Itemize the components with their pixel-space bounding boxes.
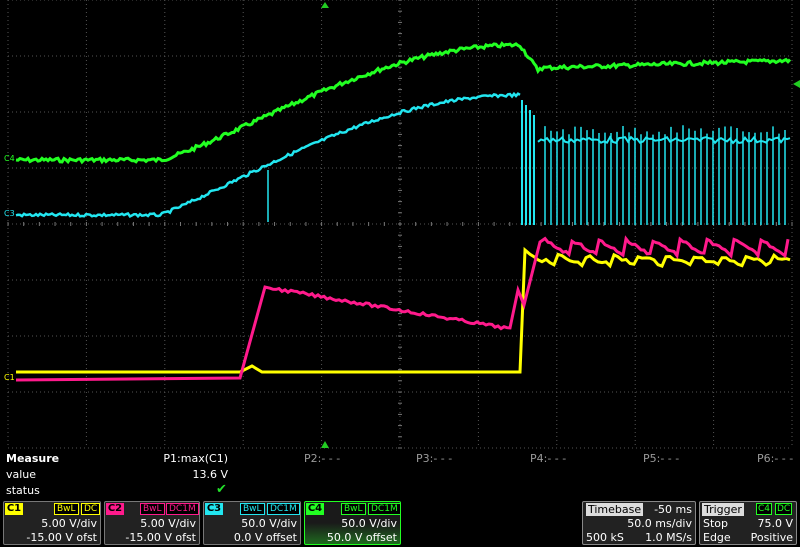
c4-coupling: DC1M [368,503,401,515]
trigger-descriptor[interactable]: Trigger C4 DC Stop 75.0 V Edge Positive [699,501,797,545]
c1-tag: C1 [5,503,23,515]
c1-offset: -15.00 V ofst [26,531,97,544]
c1-vdiv: 5.00 V/div [41,517,97,530]
c3-bandwidth: BwL [240,503,265,515]
p1-name[interactable]: P1:max(C1) [163,452,228,465]
c3-baseline [537,135,791,145]
c1-ground-marker[interactable]: C1 [4,374,15,382]
c2-coupling: DC1M [166,503,199,515]
trigger-coupling: DC [775,503,793,515]
timebase-delay: -50 ms [654,503,692,516]
c4-bandwidth: BwL [341,503,366,515]
measure-status-label: status [6,484,40,497]
measure-value-label: value [6,468,37,481]
c3-offset: 0.0 V offset [233,531,297,544]
c1-coupling: DC [81,503,101,515]
c2-vdiv: 5.00 V/div [140,517,196,530]
p5-name[interactable]: P5:- - - [643,452,679,465]
p6-name[interactable]: P6:- - - [757,452,793,465]
c3-tag: C3 [205,503,223,515]
measure-panel[interactable]: Measure value status P1:max(C1) 13.6 V ✔… [0,450,800,502]
c1-bandwidth: BwL [54,503,79,515]
c4-tag: C4 [306,503,324,515]
c4-descriptor[interactable]: C4 BwL DC1M 50.0 V/div 50.0 V offset [304,501,401,545]
c4-trace [15,41,792,165]
c2-bandwidth: BwL [140,503,165,515]
waveform-traces [15,41,792,382]
c2-offset: -15.00 V ofst [125,531,196,544]
c3-ground-marker[interactable]: C3 [4,210,15,218]
p3-name[interactable]: P3:- - - [416,452,452,465]
c3-descriptor[interactable]: C3 BwL DC1M 50.0 V/div 0.0 V offset [203,501,301,545]
c2-descriptor[interactable]: C2 BwL DC1M 5.00 V/div -15.00 V ofst [104,501,200,545]
trigger-slope: Positive [750,531,793,544]
c4-ground-marker[interactable]: C4 [4,155,15,163]
trigger-mode: Stop [703,517,729,530]
trigger-type: Edge [703,531,731,544]
c1-descriptor[interactable]: C1 BwL DC 5.00 V/div -15.00 V ofst [3,501,101,545]
timebase-tdiv: 50.0 ms/div [627,517,692,530]
c3-burst [521,100,535,225]
timebase-descriptor[interactable]: Timebase -50 ms 50.0 ms/div 500 kS 1.0 M… [582,501,696,545]
trigger-level: 75.0 V [757,517,793,530]
c3-coupling: DC1M [267,503,300,515]
c4-vdiv: 50.0 V/div [341,517,397,530]
timebase-rate: 1.0 MS/s [645,531,692,544]
c2-tag: C2 [106,503,124,515]
measure-title: Measure [6,452,60,465]
p4-name[interactable]: P4:- - - [530,452,566,465]
trigger-source: C4 [756,503,773,515]
trigger-label: Trigger [702,503,744,516]
timebase-label: Timebase [586,503,644,516]
p1-value: 13.6 V [192,468,228,481]
c4-offset: 50.0 V offset [326,531,397,544]
p2-name[interactable]: P2:- - - [304,452,340,465]
timebase-samples: 500 kS [586,531,624,544]
c3-vdiv: 50.0 V/div [241,517,297,530]
p1-status-check-icon: ✔ [216,482,227,497]
waveform-display[interactable]: C4 C3 C1 [0,0,800,450]
